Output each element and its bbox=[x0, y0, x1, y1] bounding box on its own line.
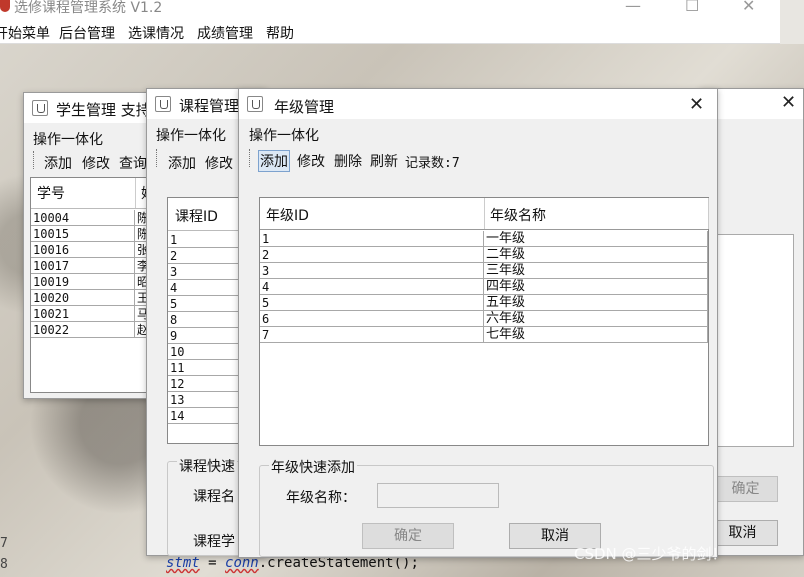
grade-management-window: 年级管理 ✕ 操作一体化 添加 修改 删除 刷新 记录数:7 年级ID 年级名称… bbox=[238, 88, 718, 558]
cell-student-id: 10016 bbox=[31, 242, 135, 258]
java-icon bbox=[32, 100, 48, 116]
col-grade-id[interactable]: 年级ID bbox=[266, 205, 309, 225]
cell-grade-id: 4 bbox=[260, 279, 484, 295]
cell-grade-id: 1 bbox=[260, 231, 484, 247]
grade-add-button[interactable]: 添加 bbox=[258, 150, 290, 172]
student-table: 学号 姓 10004陈10015陈10016张10017李10019昭10020… bbox=[30, 177, 161, 393]
course-add-button[interactable]: 添加 bbox=[168, 153, 196, 173]
minimize-button[interactable]: — bbox=[625, 0, 641, 15]
table-row[interactable]: 10015 陈 bbox=[31, 226, 161, 242]
grade-refresh-button[interactable]: 刷新 bbox=[370, 151, 398, 171]
column-divider bbox=[708, 198, 709, 229]
table-row[interactable]: 10016 张 bbox=[31, 242, 161, 258]
table-row[interactable]: 6 六年级 bbox=[260, 311, 708, 327]
cell-grade-name: 六年级 bbox=[484, 311, 708, 327]
table-row[interactable]: 10021 马 bbox=[31, 306, 161, 322]
table-row[interactable]: 10019 昭 bbox=[31, 274, 161, 290]
cell-student-id: 10019 bbox=[31, 274, 135, 290]
table-row[interactable]: 7 七年级 bbox=[260, 327, 708, 343]
course-credit-label: 课程学 bbox=[193, 534, 235, 550]
course-group-title: 操作一体化 bbox=[156, 128, 226, 144]
java-icon bbox=[247, 96, 263, 112]
java-icon bbox=[155, 96, 171, 112]
table-row[interactable]: 10020 王 bbox=[31, 290, 161, 306]
cell-grade-id: 7 bbox=[260, 327, 484, 343]
grade-table: 年级ID 年级名称 1 一年级 2 二年级 3 三年级 4 四年级 5 五年级 6 六年级 7 七年级 bbox=[259, 197, 709, 446]
col-course-id[interactable]: 课程ID bbox=[175, 206, 218, 226]
student-add-button[interactable]: 添加 bbox=[44, 153, 72, 173]
student-management-window: 学生管理 支持 操作一体化 添加 修改 查询 学号 姓 10004陈10015陈… bbox=[23, 92, 161, 399]
menu-help[interactable]: 帮助 bbox=[266, 23, 294, 43]
col-grade-name[interactable]: 年级名称 bbox=[490, 205, 546, 225]
column-divider bbox=[135, 178, 136, 208]
table-row[interactable]: 1 一年级 bbox=[260, 231, 708, 247]
menu-start[interactable]: 开始菜单 bbox=[0, 23, 50, 43]
cell-grade-id: 6 bbox=[260, 311, 484, 327]
watermark: CSDN @三少爷的剑！ bbox=[574, 545, 727, 563]
record-count: 记录数:7 bbox=[405, 156, 460, 171]
student-query-button[interactable]: 查询 bbox=[119, 153, 147, 173]
grade-window-title: 年级管理 bbox=[274, 98, 335, 116]
cell-grade-name: 三年级 bbox=[484, 263, 708, 279]
menu-grades[interactable]: 成绩管理 bbox=[197, 23, 253, 43]
grade-title-bar: 年级管理 ✕ bbox=[239, 89, 717, 119]
close-button[interactable]: ✕ bbox=[742, 0, 755, 15]
course-name-label: 课程名 bbox=[193, 489, 235, 505]
menu-admin[interactable]: 后台管理 bbox=[59, 23, 115, 43]
table-row[interactable]: 2 二年级 bbox=[260, 247, 708, 263]
table-row[interactable]: 5 五年级 bbox=[260, 295, 708, 311]
cell-student-id: 10022 bbox=[31, 322, 135, 338]
toolbar-grip bbox=[249, 149, 252, 167]
cell-grade-name: 四年级 bbox=[484, 279, 708, 295]
cell-student-id: 10020 bbox=[31, 290, 135, 306]
student-title-bar: 学生管理 支持 bbox=[24, 93, 152, 123]
student-window-title: 学生管理 支持 bbox=[56, 101, 151, 119]
student-edit-button[interactable]: 修改 bbox=[82, 153, 110, 173]
cell-grade-name: 七年级 bbox=[484, 327, 708, 343]
cell-grade-id: 3 bbox=[260, 263, 484, 279]
toolbar-grip bbox=[33, 151, 36, 169]
grade-quick-add-title: 年级快速添加 bbox=[269, 457, 357, 477]
grade-confirm-button[interactable]: 确定 bbox=[362, 523, 454, 549]
grade-name-input[interactable] bbox=[377, 483, 499, 508]
grade-edit-button[interactable]: 修改 bbox=[297, 151, 325, 171]
course-window-title: 课程管理 bbox=[179, 97, 240, 115]
grade-close-button[interactable]: ✕ bbox=[689, 94, 704, 115]
student-group-title: 操作一体化 bbox=[33, 132, 103, 148]
student-table-header: 学号 姓 bbox=[31, 178, 159, 209]
main-title-bar: 选修课程管理系统 V1.2 — ☐ ✕ bbox=[0, 0, 780, 20]
cell-grade-name: 五年级 bbox=[484, 295, 708, 311]
grade-table-header: 年级ID 年级名称 bbox=[260, 198, 709, 230]
grade-group-title: 操作一体化 bbox=[249, 128, 319, 144]
table-row[interactable]: 10022 赵 bbox=[31, 322, 161, 338]
app-logo-icon bbox=[0, 0, 10, 12]
cell-grade-id: 2 bbox=[260, 247, 484, 263]
line-number: 7 bbox=[0, 536, 8, 551]
background-close-button[interactable]: ✕ bbox=[781, 92, 796, 113]
table-row[interactable]: 4 四年级 bbox=[260, 279, 708, 295]
col-student-id[interactable]: 学号 bbox=[37, 183, 65, 203]
course-quick-add-title: 课程快速 bbox=[177, 456, 237, 476]
cell-grade-id: 5 bbox=[260, 295, 484, 311]
table-row[interactable]: 10004 陈 bbox=[31, 210, 161, 226]
cell-student-id: 10015 bbox=[31, 226, 135, 242]
table-row[interactable]: 10017 李 bbox=[31, 258, 161, 274]
toolbar-grip bbox=[156, 149, 159, 167]
course-edit-button[interactable]: 修改 bbox=[205, 153, 233, 173]
maximize-button[interactable]: ☐ bbox=[685, 0, 699, 15]
grade-delete-button[interactable]: 删除 bbox=[334, 151, 362, 171]
main-window-title: 选修课程管理系统 V1.2 bbox=[14, 0, 163, 16]
cell-student-id: 10004 bbox=[31, 210, 135, 226]
cell-student-id: 10021 bbox=[31, 306, 135, 322]
line-number: 8 bbox=[0, 557, 8, 572]
menu-course-selection[interactable]: 选课情况 bbox=[128, 23, 184, 43]
column-divider bbox=[484, 198, 485, 229]
cell-student-id: 10017 bbox=[31, 258, 135, 274]
table-row[interactable]: 3 三年级 bbox=[260, 263, 708, 279]
grade-name-label: 年级名称： bbox=[286, 490, 356, 506]
menu-bar: 开始菜单 后台管理 选课情况 成绩管理 帮助 bbox=[0, 20, 780, 44]
cell-grade-name: 二年级 bbox=[484, 247, 708, 263]
cell-grade-name: 一年级 bbox=[484, 231, 708, 247]
